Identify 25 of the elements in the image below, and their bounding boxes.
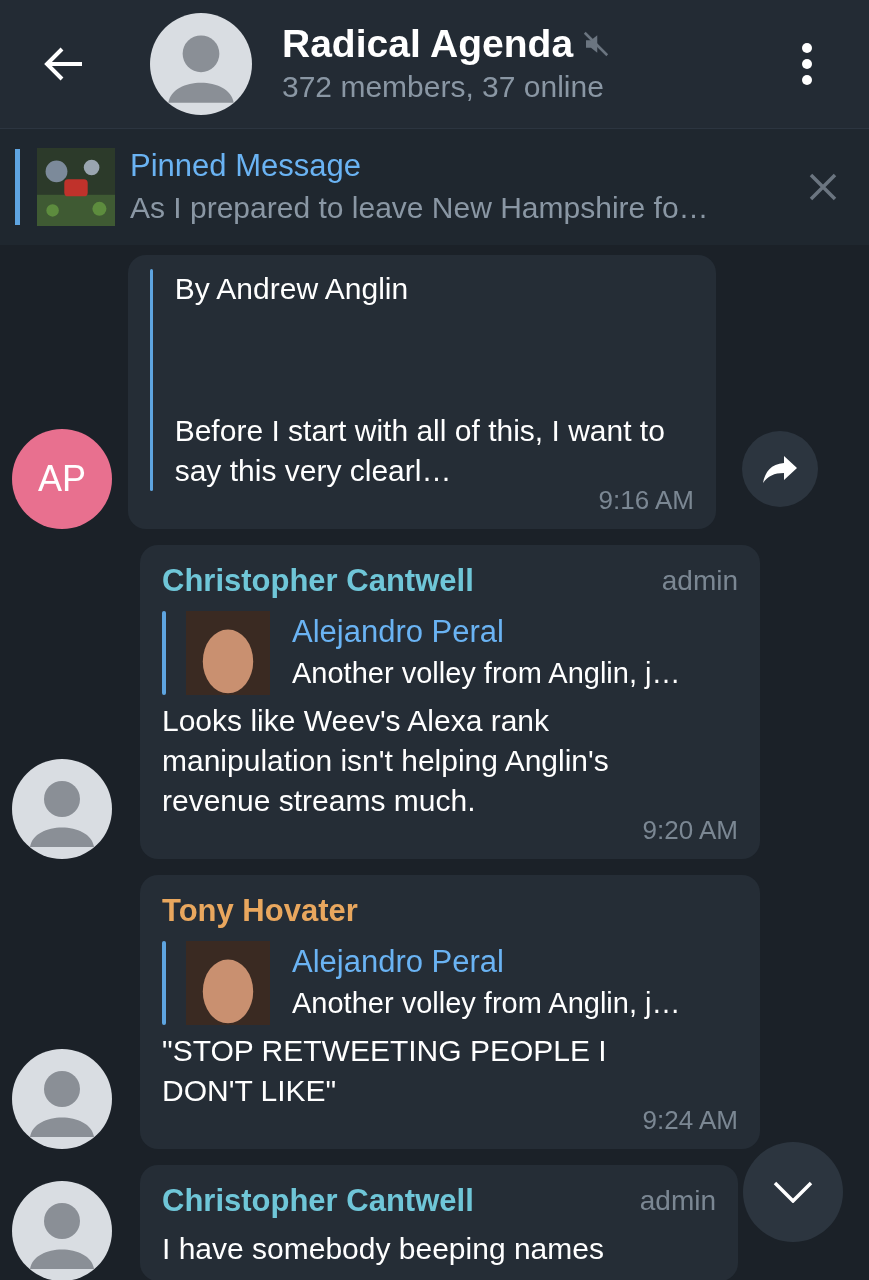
message-text: I have somebody beeping names <box>162 1231 605 1267</box>
reply-author: Alejandro Peral <box>292 613 505 651</box>
preview-byline: By Andrew Anglin <box>174 271 410 307</box>
sender-name: Christopher Cantwell <box>162 1182 474 1220</box>
message-text: "STOP RETWEETING PEOPLE I DON'T LIKE" <box>162 1033 608 1109</box>
admin-label: admin <box>661 564 738 598</box>
reply-text: Another volley from Anglin, j… <box>292 656 681 691</box>
pinned-bar[interactable]: Pinned Message As I prepared to leave New Hampshire fo… <box>0 128 869 245</box>
chat-title: Radical Agenda <box>282 21 574 67</box>
share-icon <box>762 454 798 484</box>
sender-name: Tony Hovater <box>162 892 358 930</box>
reply-text: Another volley from Anglin, j… <box>292 986 681 1021</box>
pinned-title: Pinned Message <box>130 147 362 185</box>
chevron-down-icon <box>773 1181 813 1203</box>
reply-author: Alejandro Peral <box>292 943 505 981</box>
member-count: 372 members, 37 online <box>282 69 605 105</box>
back-icon[interactable] <box>44 46 84 82</box>
pinned-text: As I prepared to leave New Hampshire fo… <box>130 190 710 226</box>
close-icon[interactable] <box>809 173 837 201</box>
message-text: Looks like Weev's Alexa rank manipulation isn't helping Anglin's revenue streams much. <box>162 703 610 819</box>
message-time: 9:24 AM <box>642 1104 738 1137</box>
admin-label: admin <box>639 1184 716 1218</box>
sender-name: Christopher Cantwell <box>162 562 474 600</box>
message-time: 9:20 AM <box>642 814 738 847</box>
more-icon[interactable] <box>801 42 813 86</box>
